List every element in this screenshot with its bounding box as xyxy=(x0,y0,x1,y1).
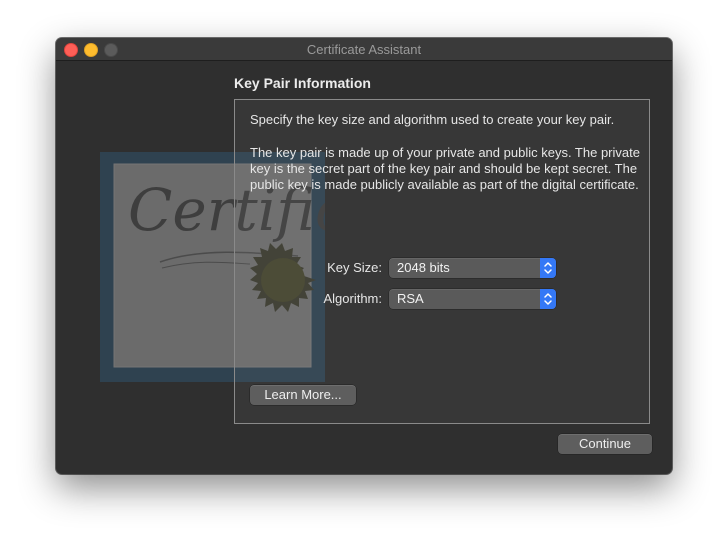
key-size-popup[interactable]: 2048 bits xyxy=(389,258,556,278)
title-bar: Certificate Assistant xyxy=(56,38,672,61)
continue-button[interactable]: Continue xyxy=(558,434,652,454)
section-title: Key Pair Information xyxy=(234,75,371,91)
key-size-label: Key Size: xyxy=(327,260,382,275)
key-size-value: 2048 bits xyxy=(397,260,450,275)
algorithm-popup[interactable]: RSA xyxy=(389,289,556,309)
description-text: The key pair is made up of your private … xyxy=(250,145,640,192)
key-pair-panel: Specify the key size and algorithm used … xyxy=(234,99,650,424)
window-title: Certificate Assistant xyxy=(306,42,422,57)
key-size-stepper[interactable] xyxy=(540,258,556,278)
chevron-up-down-icon xyxy=(544,293,552,305)
certificate-assistant-window: Certificate Assistant Certificate Key Pa… xyxy=(56,38,672,474)
algorithm-label: Algorithm: xyxy=(323,291,382,306)
algorithm-value: RSA xyxy=(397,291,424,306)
intro-text: Specify the key size and algorithm used … xyxy=(250,112,615,127)
algorithm-stepper[interactable] xyxy=(540,289,556,309)
chevron-up-down-icon xyxy=(544,262,552,274)
learn-more-button[interactable]: Learn More... xyxy=(250,385,356,405)
